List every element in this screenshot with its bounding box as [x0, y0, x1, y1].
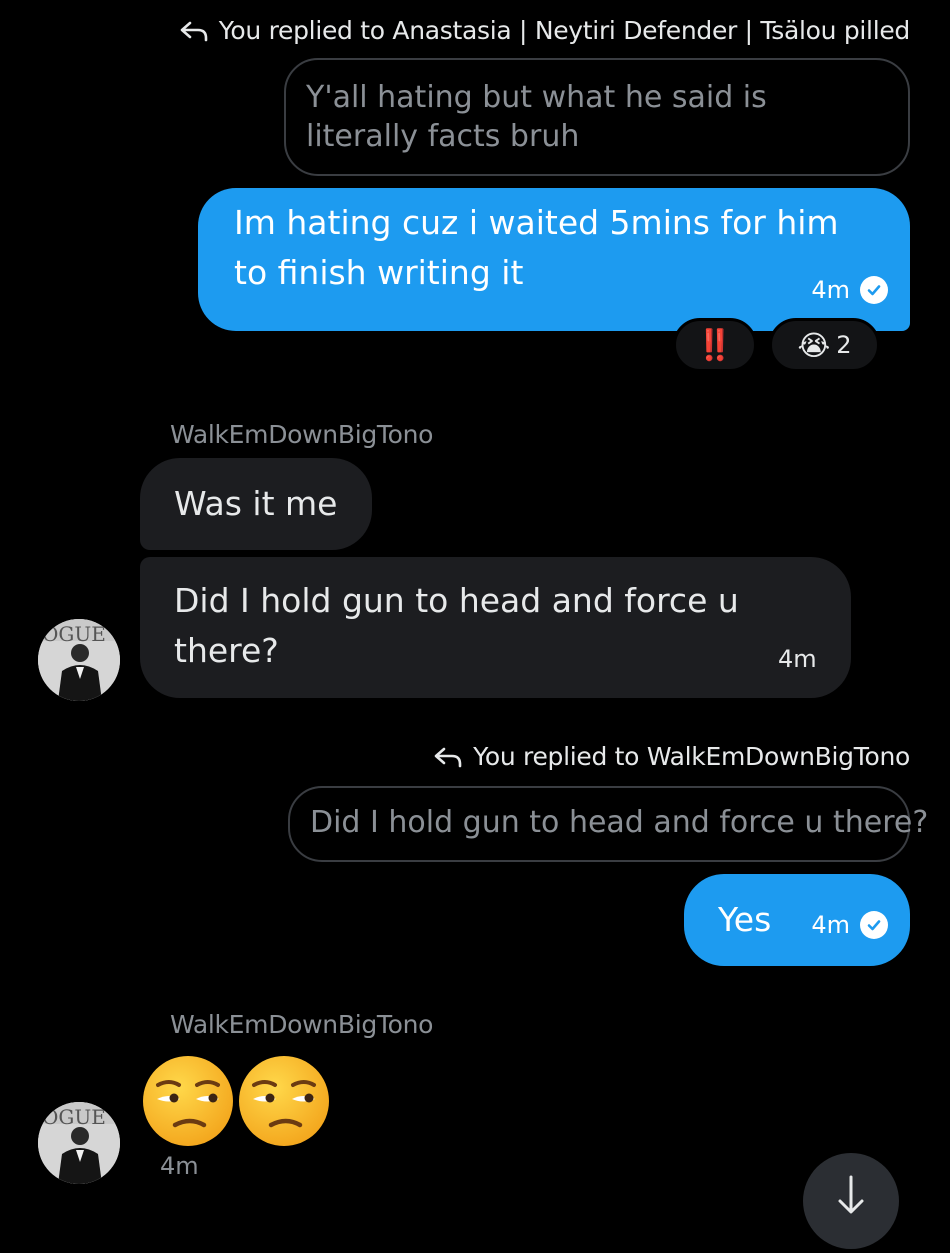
received-message[interactable]: Did I hold gun to head and force u there…: [140, 557, 851, 698]
reply-header-text: You replied to WalkEmDownBigTono: [473, 742, 910, 771]
message-text: Yes: [718, 900, 772, 939]
message-time: 4m: [778, 645, 817, 673]
reaction-emoji: ‼️: [696, 327, 734, 363]
svg-text:OGUE: OGUE: [42, 1105, 106, 1129]
reply-arrow-icon: [434, 747, 462, 767]
message-meta: 4m: [811, 911, 888, 939]
read-check-icon: [860, 276, 888, 304]
sender-name: WalkEmDownBigTono: [170, 420, 434, 449]
reaction-emoji: 😭: [797, 328, 831, 362]
message-text: Was it me: [174, 484, 338, 523]
sent-message[interactable]: Im hating cuz i waited 5mins for him to …: [198, 188, 910, 331]
scroll-down-icon: [838, 1175, 864, 1214]
reply-header-text: You replied to Anastasia | Neytiri Defen…: [218, 16, 911, 45]
message-time: 4m: [160, 1152, 199, 1180]
message-time: 4m: [811, 276, 850, 304]
message-text: Did I hold gun to head and force u there…: [174, 581, 739, 670]
avatar[interactable]: OGUE: [38, 619, 120, 701]
avatar[interactable]: OGUE: [38, 1102, 120, 1184]
message-meta: 4m: [160, 1152, 199, 1180]
reaction-double-exclamation[interactable]: ‼️: [673, 318, 757, 372]
sender-name: WalkEmDownBigTono: [170, 1010, 434, 1039]
svg-text:OGUE: OGUE: [42, 622, 106, 646]
reaction-crying[interactable]: 😭 2: [769, 318, 880, 372]
scroll-to-bottom-button[interactable]: [803, 1153, 899, 1249]
message-text: Im hating cuz i waited 5mins for him to …: [234, 203, 839, 292]
reply-arrow-icon: [180, 21, 208, 41]
reaction-count: 2: [836, 331, 852, 359]
quoted-message[interactable]: Y'all hating but what he said is literal…: [284, 58, 910, 176]
quoted-message-text: Did I hold gun to head and force u there…: [310, 805, 929, 840]
reply-header-2: You replied to WalkEmDownBigTono: [433, 742, 910, 771]
message-meta: 4m: [811, 276, 888, 304]
message-meta: 4m: [778, 645, 817, 673]
reply-header-1: You replied to Anastasia | Neytiri Defen…: [179, 16, 910, 45]
quoted-message[interactable]: Did I hold gun to head and force u there…: [288, 786, 928, 862]
message-time: 4m: [811, 911, 850, 939]
quoted-message-text: Y'all hating but what he said is literal…: [306, 80, 767, 154]
unamused-face-icon: [143, 1056, 233, 1146]
read-check-icon: [860, 911, 888, 939]
received-message[interactable]: Was it me: [140, 458, 372, 550]
unamused-face-icon: [239, 1056, 329, 1146]
